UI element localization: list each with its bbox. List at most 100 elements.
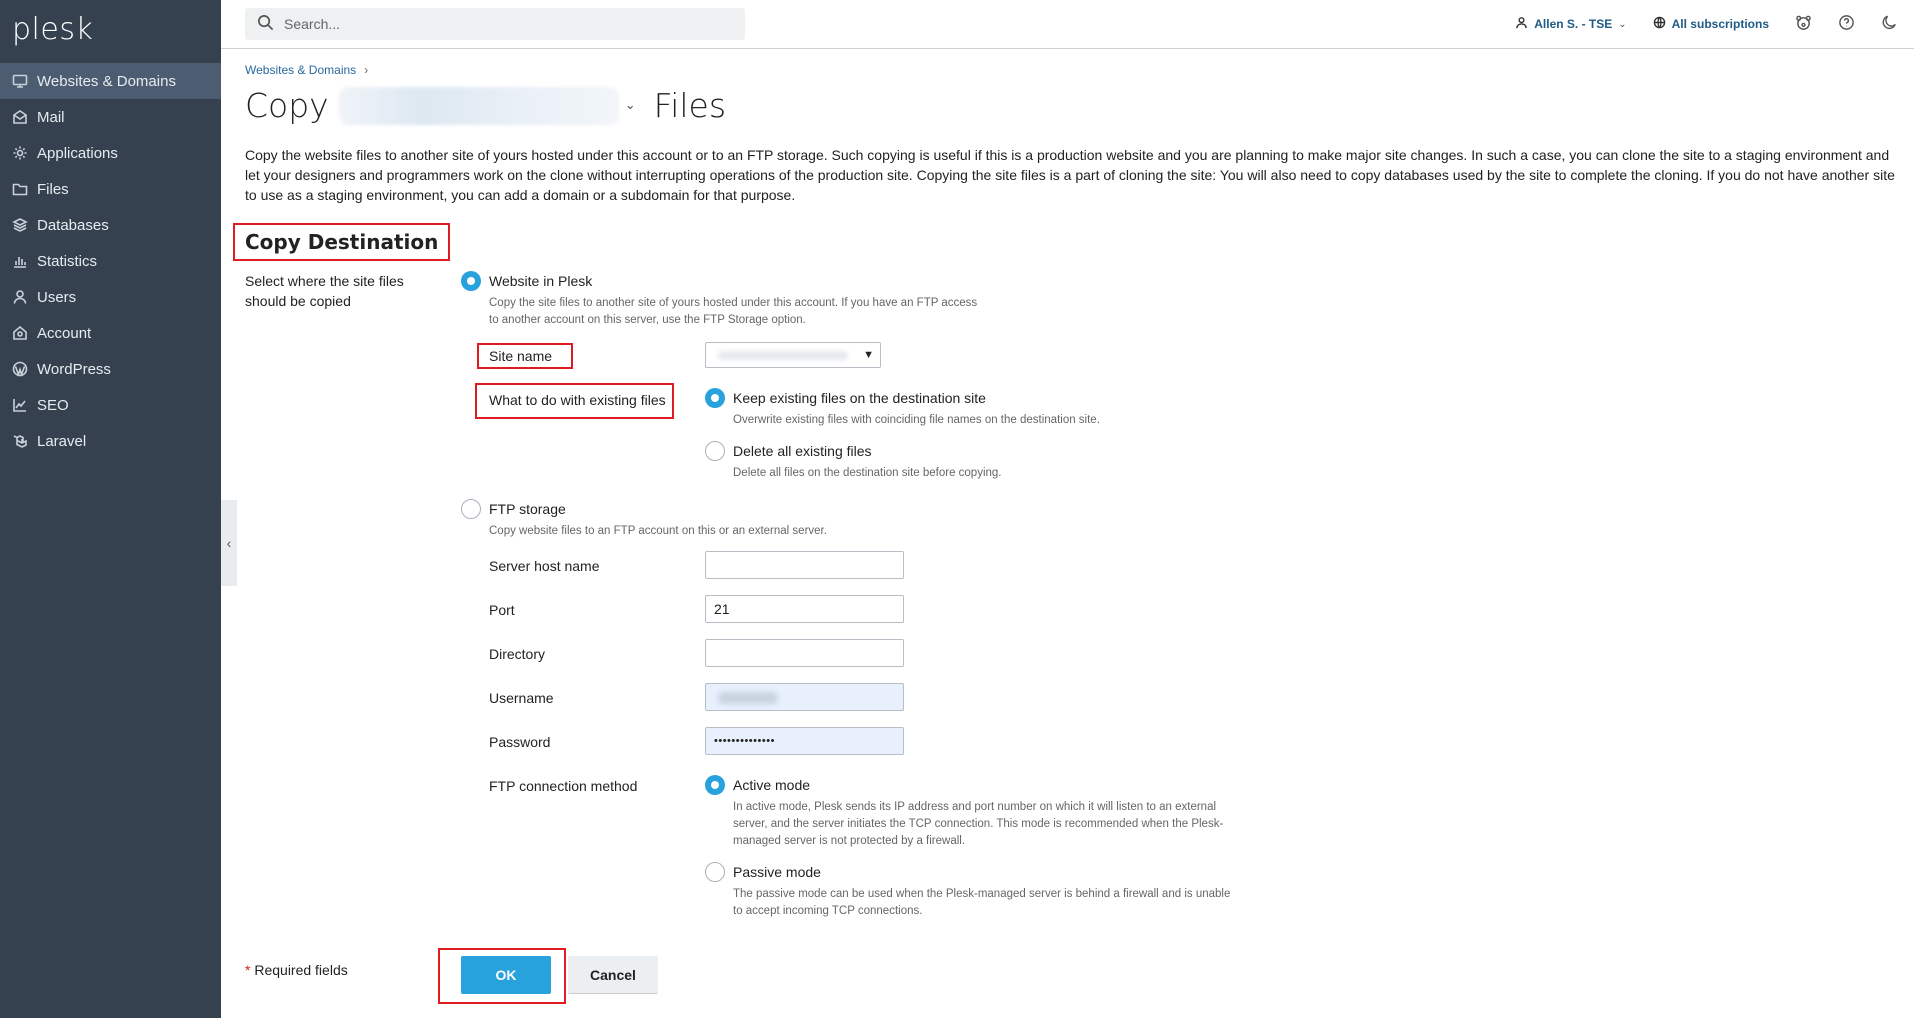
laravel-icon [12,433,28,449]
website-in-plesk-radio[interactable] [461,271,481,291]
search-box[interactable] [245,8,745,40]
user-icon [1515,16,1528,32]
destination-field-label: Select where the site files should be co… [245,273,404,309]
sidebar-item-databases[interactable]: Databases [0,207,221,243]
directory-input[interactable] [705,639,904,667]
account-icon [12,325,28,341]
password-input[interactable] [705,727,904,755]
required-fields-text: Required fields [254,962,348,978]
server-host-input[interactable] [705,551,904,579]
help-button[interactable] [1838,14,1855,35]
option-delete-existing[interactable]: Delete all existing files Delete all fil… [705,441,1183,482]
title-suffix: Files [653,86,727,125]
user-icon [12,289,28,305]
chevron-right-icon: › [364,63,369,77]
plesk-logo[interactable]: plesk [12,12,93,47]
option-passive-mode[interactable]: Passive mode The passive mode can be use… [705,862,1233,920]
sidebar-item-seo[interactable]: SEO [0,387,221,423]
port-input[interactable] [705,595,904,623]
sidebar-item-label: SEO [37,396,69,414]
chevron-down-icon: ▼ [863,349,874,361]
port-label: Port [489,602,515,618]
bear-icon [1795,14,1812,35]
topbar: Allen S. - TSE ⌄ All subscriptions [221,0,1914,49]
search-input[interactable] [284,16,724,32]
chevron-down-icon[interactable]: ⌄ [625,98,636,113]
chevron-down-icon: ⌄ [1618,18,1627,30]
breadcrumb: Websites & Domains › [245,63,368,77]
ok-button[interactable]: OK [461,956,551,994]
ftp-method-label: FTP connection method [489,778,638,794]
sidebar-item-label: WordPress [37,360,111,378]
gear-icon [12,145,28,161]
server-host-label: Server host name [489,558,600,574]
site-name-select[interactable]: ▼ [705,342,881,368]
sidebar-item-users[interactable]: Users [0,279,221,315]
keep-existing-radio[interactable] [705,388,725,408]
user-name: Allen S. - TSE [1534,17,1613,31]
sidebar-item-label: Files [37,180,69,198]
sidebar-item-label: Account [37,324,92,342]
sidebar-item-files[interactable]: Files [0,171,221,207]
chevron-left-icon: ‹ [226,535,232,551]
domain-selector[interactable] [338,86,619,125]
username-value [718,692,778,704]
username-input[interactable] [705,683,904,711]
required-fields-note: * Required fields [245,962,348,978]
active-mode-radio[interactable] [705,775,725,795]
page-title: Copy ⌄ Files [245,86,726,125]
sidebar-item-mail[interactable]: Mail [0,99,221,135]
site-name-label: Site name [489,348,553,364]
theme-toggle[interactable] [1881,14,1898,35]
delete-existing-radio[interactable] [705,441,725,461]
seo-icon [12,397,28,413]
option-active-mode[interactable]: Active mode In active mode, Plesk sends … [705,775,1233,850]
title-prefix: Copy [245,86,329,125]
sidebar-item-wordpress[interactable]: WordPress [0,351,221,387]
ftp-storage-radio[interactable] [461,499,481,519]
delete-existing-hint: Delete all files on the destination site… [733,467,1002,479]
option-ftp-storage[interactable]: FTP storage Copy website files to an FTP… [461,499,979,540]
sidebar-item-label: Users [37,288,77,306]
sidebar-item-laravel[interactable]: Laravel [0,423,221,459]
passive-mode-label: Passive mode [733,864,821,880]
page-description: Copy the website files to another site o… [245,147,1895,203]
sidebar-item-label: Laravel [37,432,87,450]
sidebar-item-applications[interactable]: Applications [0,135,221,171]
folder-icon [12,181,28,197]
monitor-icon [12,73,28,89]
directory-label: Directory [489,646,546,662]
sidebar-item-statistics[interactable]: Statistics [0,243,221,279]
search-icon [257,14,274,35]
active-mode-label: Active mode [733,777,811,793]
sidebar-item-label: Databases [37,216,109,234]
user-menu[interactable]: Allen S. - TSE ⌄ [1515,16,1627,32]
sidebar-collapse-handle[interactable]: ‹ [221,500,237,586]
sidebar-item-label: Statistics [37,252,98,270]
feedback-button[interactable] [1795,14,1812,35]
sidebar-item-label: Mail [37,108,65,126]
sidebar-item-websites-domains[interactable]: Websites & Domains [0,63,221,99]
subscriptions-menu[interactable]: All subscriptions [1653,16,1769,32]
breadcrumb-link-websites-domains[interactable]: Websites & Domains [245,63,356,77]
ftp-storage-hint: Copy website files to an FTP account on … [489,525,827,537]
cancel-button[interactable]: Cancel [568,956,658,994]
site-name-value [718,351,848,360]
layers-icon [12,217,28,233]
wordpress-icon [12,361,28,377]
help-icon [1838,14,1855,35]
password-label: Password [489,734,551,750]
website-in-plesk-label: Website in Plesk [489,273,593,289]
option-keep-existing[interactable]: Keep existing files on the destination s… [705,388,1183,429]
keep-existing-hint: Overwrite existing files with coinciding… [733,414,1100,426]
active-mode-hint: In active mode, Plesk sends its IP addre… [733,801,1224,847]
topbar-actions: Allen S. - TSE ⌄ All subscriptions [1515,0,1898,48]
moon-icon [1881,14,1898,35]
option-website-in-plesk[interactable]: Website in Plesk Copy the site files to … [461,271,979,329]
sidebar: plesk Websites & Domains Mail Applicatio… [0,0,221,1018]
sidebar-nav: Websites & Domains Mail Applications Fil… [0,63,221,459]
sidebar-item-account[interactable]: Account [0,315,221,351]
username-label: Username [489,690,554,706]
ftp-storage-label: FTP storage [489,501,566,517]
passive-mode-radio[interactable] [705,862,725,882]
